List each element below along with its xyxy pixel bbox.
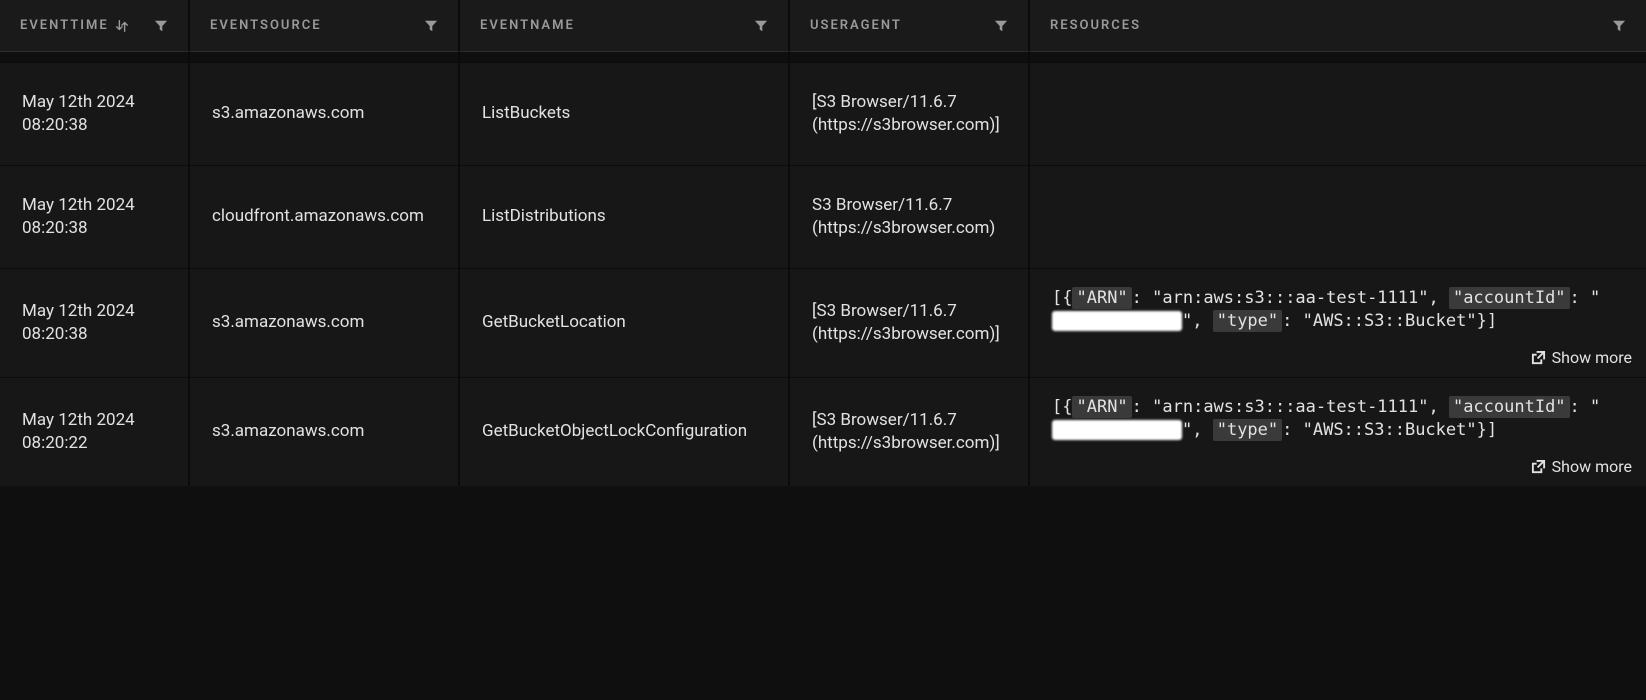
cell-resources: [{"ARN": "arn:aws:s3:::aa-test-1111", "a…: [1030, 268, 1646, 377]
useragent-line2: (https://s3browser.com): [812, 218, 995, 238]
cell-resources: [1030, 165, 1646, 268]
useragent-line1: S3 Browser/11.6.7: [812, 195, 952, 215]
events-table: EVENTTIME EVENTSOURCE EVENTNAME: [0, 0, 1646, 486]
eventtime-date: May 12th 2024: [22, 92, 135, 112]
cell-useragent: [S3 Browser/11.6.7 (https://s3browser.com…: [790, 62, 1030, 165]
cell-eventtime: May 12th 2024 08:20:38: [0, 62, 190, 165]
cell-resources: [{"ARN": "arn:aws:s3:::aa-test-1111", "a…: [1030, 377, 1646, 486]
show-more-label: Show more: [1552, 456, 1632, 478]
cell-eventname: GetBucketObjectLockConfiguration: [460, 377, 790, 486]
col-label: EVENTTIME: [20, 18, 109, 33]
useragent-line2: (https://s3browser.com)]: [812, 324, 1000, 344]
resources-json: [{"ARN": "arn:aws:s3:::aa-test-1111", "a…: [1052, 288, 1600, 331]
filter-icon[interactable]: [424, 19, 438, 33]
table-header-row: EVENTTIME EVENTSOURCE EVENTNAME: [0, 0, 1646, 52]
show-more-label: Show more: [1552, 347, 1632, 369]
cell-useragent: [S3 Browser/11.6.7 (https://s3browser.com…: [790, 377, 1030, 486]
table-row[interactable]: May 12th 2024 08:20:38 s3.amazonaws.comGet…: [0, 268, 1646, 377]
useragent-line2: (https://s3browser.com)]: [812, 433, 1000, 453]
cell-eventtime: May 12th 2024 08:20:22: [0, 377, 190, 486]
cell-eventname: ListBuckets: [460, 62, 790, 165]
cell-eventname: ListDistributions: [460, 165, 790, 268]
cell-eventsource: s3.amazonaws.com: [190, 377, 460, 486]
cell-useragent: S3 Browser/11.6.7 (https://s3browser.com): [790, 165, 1030, 268]
eventtime-time: 08:20:22: [22, 433, 88, 453]
eventtime-time: 08:20:38: [22, 115, 88, 135]
cell-eventsource: s3.amazonaws.com: [190, 268, 460, 377]
eventtime-date: May 12th 2024: [22, 195, 135, 215]
col-header-eventname[interactable]: EVENTNAME: [460, 0, 790, 52]
col-header-useragent[interactable]: USERAGENT: [790, 0, 1030, 52]
col-header-eventsource[interactable]: EVENTSOURCE: [190, 0, 460, 52]
show-more-button[interactable]: Show more: [1531, 347, 1632, 369]
col-header-eventtime[interactable]: EVENTTIME: [0, 0, 190, 52]
col-label: EVENTSOURCE: [210, 18, 322, 33]
eventtime-date: May 12th 2024: [22, 301, 135, 321]
cell-eventsource: s3.amazonaws.com: [190, 62, 460, 165]
useragent-line2: (https://s3browser.com)]: [812, 115, 1000, 135]
sort-icon[interactable]: [115, 19, 129, 33]
redacted-value: [1052, 420, 1182, 440]
cell-eventsource: cloudfront.amazonaws.com: [190, 165, 460, 268]
cell-eventtime: May 12th 2024 08:20:38: [0, 268, 190, 377]
col-header-resources[interactable]: RESOURCES: [1030, 0, 1646, 52]
filter-icon[interactable]: [994, 19, 1008, 33]
useragent-line1: [S3 Browser/11.6.7: [812, 410, 957, 430]
useragent-line1: [S3 Browser/11.6.7: [812, 301, 957, 321]
table-row[interactable]: May 12th 2024 08:20:38 s3.amazonaws.comLis…: [0, 62, 1646, 165]
external-link-icon: [1531, 459, 1546, 474]
col-label: USERAGENT: [810, 18, 902, 33]
cell-resources: [1030, 62, 1646, 165]
redacted-value: [1052, 311, 1182, 331]
resources-json: [{"ARN": "arn:aws:s3:::aa-test-1111", "a…: [1052, 397, 1600, 440]
external-link-icon: [1531, 350, 1546, 365]
filter-icon[interactable]: [154, 19, 168, 33]
eventtime-date: May 12th 2024: [22, 410, 135, 430]
col-label: EVENTNAME: [480, 18, 575, 33]
eventtime-time: 08:20:38: [22, 324, 88, 344]
col-label: RESOURCES: [1050, 18, 1141, 33]
cell-eventtime: May 12th 2024 08:20:38: [0, 165, 190, 268]
table-row[interactable]: May 12th 2024 08:20:38 cloudfront.amazonaw…: [0, 165, 1646, 268]
show-more-button[interactable]: Show more: [1531, 456, 1632, 478]
useragent-line1: [S3 Browser/11.6.7: [812, 92, 957, 112]
eventtime-time: 08:20:38: [22, 218, 88, 238]
table-row[interactable]: May 12th 2024 08:20:22 s3.amazonaws.comGet…: [0, 377, 1646, 486]
filter-icon[interactable]: [754, 19, 768, 33]
cell-eventname: GetBucketLocation: [460, 268, 790, 377]
cell-useragent: [S3 Browser/11.6.7 (https://s3browser.com…: [790, 268, 1030, 377]
filter-icon[interactable]: [1612, 19, 1626, 33]
